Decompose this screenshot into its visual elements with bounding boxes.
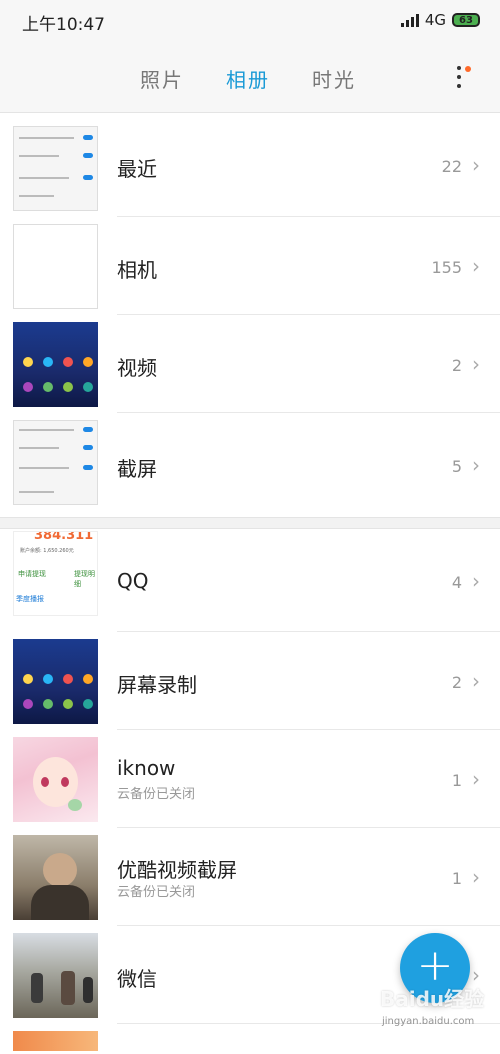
album-title: 微信 [117, 967, 157, 991]
status-time: 上午10:47 [22, 15, 105, 35]
signal-icon [400, 13, 419, 27]
album-row-partial[interactable] [0, 1024, 500, 1054]
album-title: iknow [117, 756, 176, 780]
album-row-screenshots[interactable]: 截屏 5 › [0, 413, 500, 517]
album-row-videos[interactable]: 视频 2 › [0, 315, 500, 413]
album-thumbnail [13, 737, 98, 822]
tab-albums[interactable]: 相册 [226, 64, 270, 93]
network-type: 4G [424, 11, 446, 29]
chevron-right-icon: › [472, 352, 480, 376]
album-thumbnail [13, 224, 98, 309]
album-row-iknow[interactable]: iknow 云备份已关闭 1 › [0, 730, 500, 828]
album-count: 2 [451, 673, 462, 692]
album-row-recent[interactable]: 最近 22 › [0, 113, 500, 217]
album-count: 4 [451, 573, 462, 592]
album-count: 5 [451, 457, 462, 476]
album-title: 最近 [117, 157, 157, 181]
watermark-url: jingyan.baidu.com [382, 1016, 475, 1027]
group-separator [0, 517, 500, 529]
album-count: 1 [451, 869, 462, 888]
more-menu-button[interactable] [450, 64, 474, 94]
album-count: 22 [441, 157, 462, 176]
tab-moments[interactable]: 时光 [312, 64, 356, 93]
album-count: 1 [451, 771, 462, 790]
plus-icon: + [416, 940, 454, 991]
album-thumbnail [13, 126, 98, 211]
chevron-right-icon: › [472, 865, 480, 889]
qq-link-left: 申请提现 [18, 570, 46, 578]
chevron-right-icon: › [472, 569, 480, 593]
album-thumbnail [13, 1031, 98, 1051]
qq-amount: 384.311 [34, 531, 94, 543]
album-title: 优酷视频截屏 [117, 858, 237, 882]
chevron-right-icon: › [472, 767, 480, 791]
qq-bottom-text: 季度播报 [16, 595, 44, 603]
album-thumbnail [13, 420, 98, 505]
notification-dot [465, 66, 471, 72]
album-thumbnail [13, 639, 98, 724]
watermark-logo: Baidu经验 [380, 987, 485, 1011]
album-thumbnail [13, 322, 98, 407]
album-row-screen-recording[interactable]: 屏幕录制 2 › [0, 632, 500, 730]
album-thumbnail [13, 933, 98, 1018]
album-title: QQ [117, 569, 149, 593]
tab-bar: 照片 相册 时光 [0, 42, 500, 113]
chevron-right-icon: › [472, 453, 480, 477]
album-title: 相机 [117, 258, 157, 282]
tab-photos[interactable]: 照片 [140, 64, 184, 93]
qq-balance-line: 账户余额: 1,650.260元 [20, 548, 74, 554]
album-thumbnail [13, 835, 98, 920]
album-list: 最近 22 › 相机 155 › 视频 2 › 截屏 5 › 384.311 账… [0, 113, 500, 1054]
album-title: 屏幕录制 [117, 673, 197, 697]
album-title: 截屏 [117, 457, 157, 481]
qq-link-right: 提现明细 [74, 570, 95, 588]
album-thumbnail: 384.311 账户余额: 1,650.260元 申请提现 提现明细 季度播报 [13, 531, 98, 616]
album-subtitle: 云备份已关闭 [117, 885, 196, 900]
battery-level: 63 [459, 14, 473, 26]
chevron-right-icon: › [472, 254, 480, 278]
album-count: 2 [451, 356, 462, 375]
album-title: 视频 [117, 356, 157, 380]
status-indicators: 4G 63 [400, 11, 480, 29]
album-row-youku[interactable]: 优酷视频截屏 云备份已关闭 1 › [0, 828, 500, 926]
album-row-camera[interactable]: 相机 155 › [0, 217, 500, 315]
battery-icon: 63 [452, 13, 480, 27]
status-bar: 上午10:47 4G 63 [0, 0, 500, 42]
chevron-right-icon: › [472, 153, 480, 177]
chevron-right-icon: › [472, 669, 480, 693]
album-subtitle: 云备份已关闭 [117, 787, 196, 802]
album-row-qq[interactable]: 384.311 账户余额: 1,650.260元 申请提现 提现明细 季度播报 … [0, 529, 500, 632]
album-count: 155 [431, 258, 462, 277]
